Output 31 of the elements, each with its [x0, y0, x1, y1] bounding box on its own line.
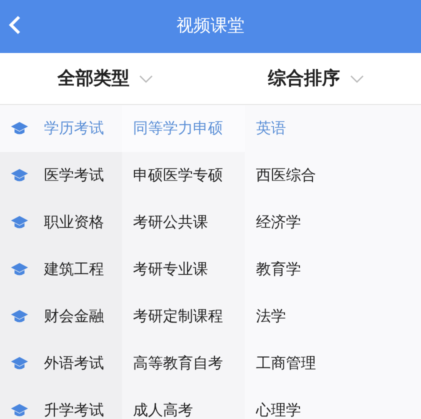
subject-item[interactable]: 西医综合 [245, 152, 421, 199]
graduation-cap-icon [11, 262, 28, 276]
subcategory-item[interactable]: 高等教育自考 [122, 340, 245, 387]
subcategory-item[interactable]: 考研公共课 [122, 199, 245, 246]
graduation-cap-icon [11, 310, 28, 324]
subject-item[interactable]: 工商管理 [245, 340, 421, 387]
category-item[interactable]: 建筑工程 [0, 246, 122, 293]
category-item[interactable]: 医学考试 [0, 152, 122, 199]
graduation-cap-icon [11, 168, 28, 182]
category-item[interactable]: 升学考试 [0, 387, 122, 419]
filter-dropdown[interactable]: 综合排序 [268, 65, 364, 92]
category-item[interactable]: 财会金融 [0, 293, 122, 340]
graduation-cap-icon [11, 404, 28, 418]
subject-item[interactable]: 教育学 [245, 246, 421, 293]
graduation-cap-icon [11, 356, 28, 370]
subcategory-item[interactable]: 成人高考 [122, 387, 245, 419]
category-item[interactable]: 职业资格 [0, 199, 122, 246]
filter-dropdown[interactable]: 全部类型 [57, 65, 154, 92]
category-item[interactable]: 外语考试 [0, 340, 122, 387]
caret-icon [139, 74, 154, 82]
subcategory-item[interactable]: 考研专业课 [122, 246, 245, 293]
graduation-cap-icon [11, 122, 28, 136]
subject-item[interactable]: 经济学 [245, 199, 421, 246]
subject-item[interactable]: 法学 [245, 293, 421, 340]
page-title: 视频课堂 [176, 14, 244, 38]
subcategory-item[interactable]: 考研定制课程 [122, 293, 245, 340]
graduation-cap-icon [11, 216, 28, 230]
caret-icon [350, 74, 364, 82]
subject-item[interactable]: 心理学 [245, 387, 421, 419]
subcategory-item[interactable]: 申硕医学专硕 [122, 152, 245, 199]
back-icon[interactable] [8, 15, 22, 35]
